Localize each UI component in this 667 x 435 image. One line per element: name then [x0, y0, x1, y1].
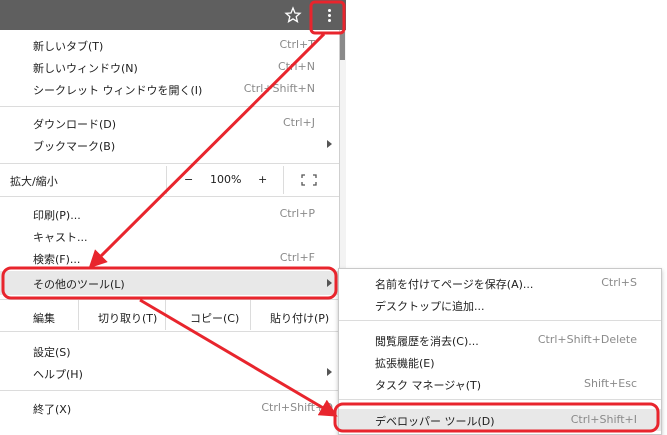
annotation-overlay [1, 0, 660, 433]
annotation-box-dev-tools [333, 402, 660, 433]
annotation-box-more-tools [1, 266, 338, 300]
annotation-arrow-to-dev-tools [139, 298, 338, 417]
annotation-box-menu-button [309, 0, 346, 35]
annotation-arrow-to-more-tools [88, 32, 326, 269]
